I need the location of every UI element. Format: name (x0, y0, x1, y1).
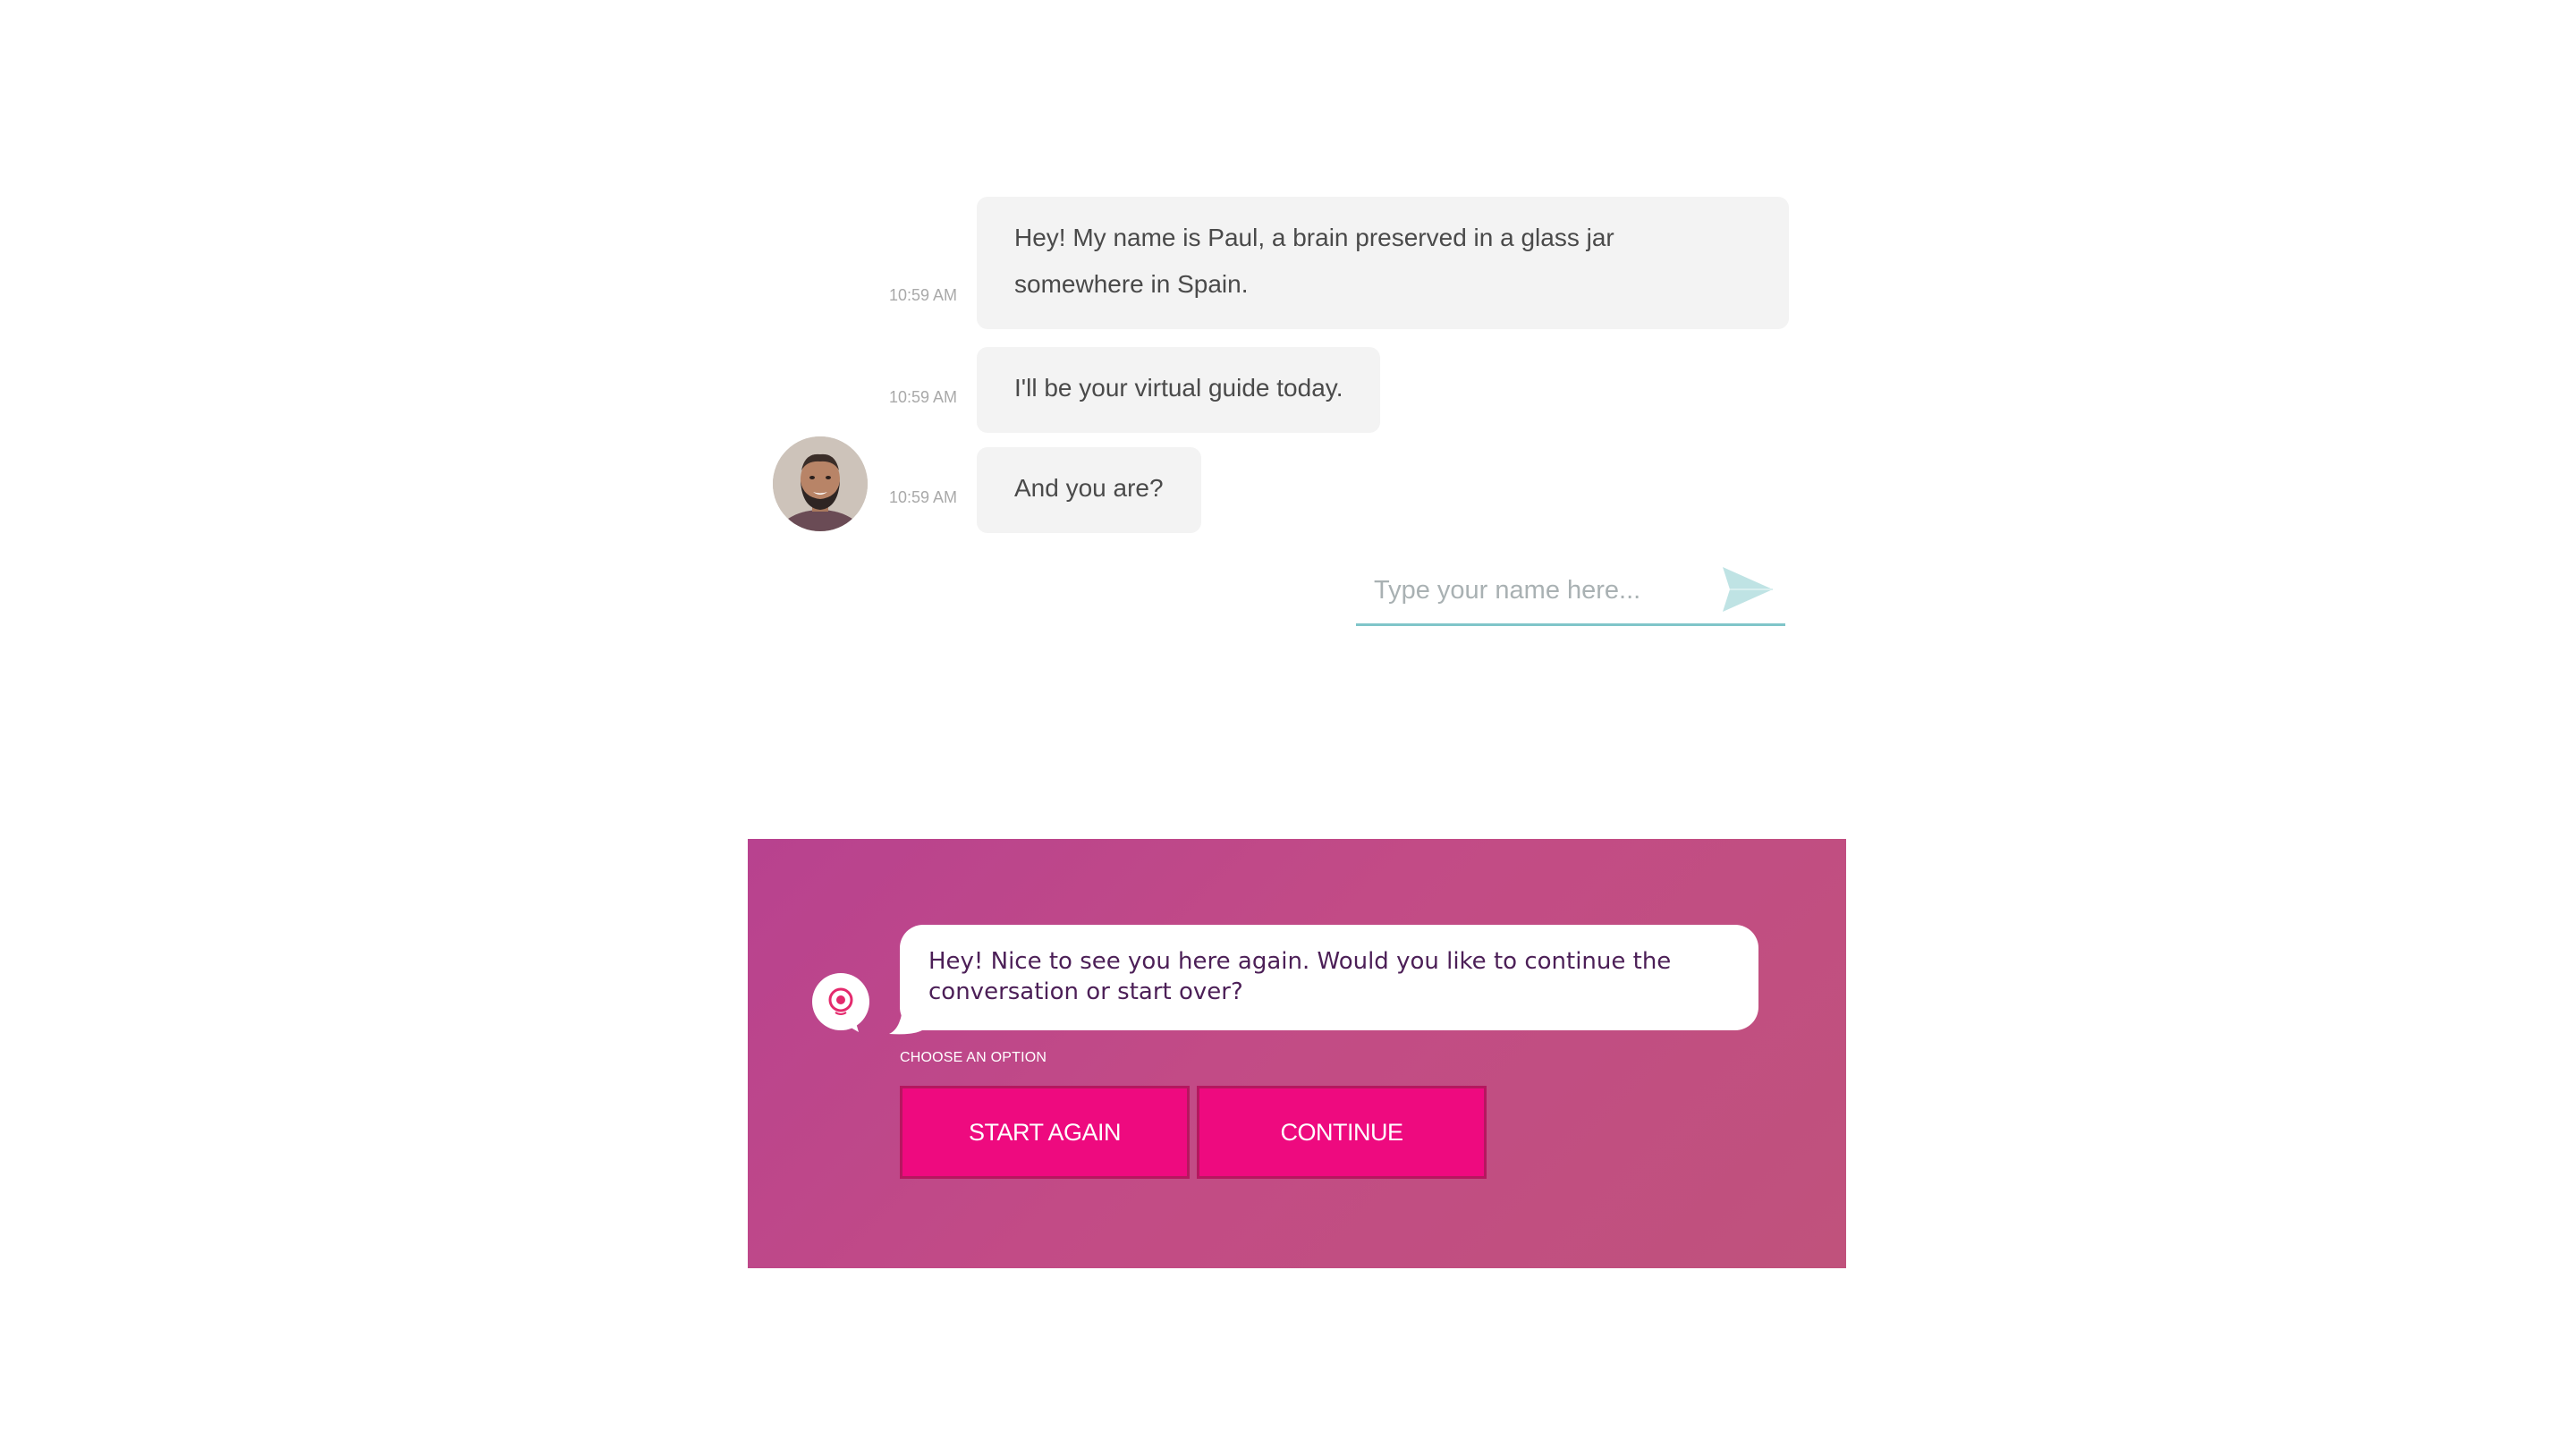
name-input-container (1356, 556, 1785, 626)
message-text: Hey! My name is Paul, a brain preserved … (1014, 224, 1614, 251)
name-input[interactable] (1372, 569, 1716, 612)
page: 10:59 AM Hey! My name is Paul, a brain p… (0, 0, 2576, 1431)
person-avatar-icon (773, 436, 868, 531)
message-timestamp: 10:59 AM (888, 388, 957, 406)
chat-conversation: 10:59 AM Hey! My name is Paul, a brain p… (0, 0, 2576, 805)
start-again-button[interactable]: START AGAIN (900, 1086, 1190, 1179)
message-text: I'll be your virtual guide today. (1014, 374, 1343, 402)
bot-message-bubble: Hey! My name is Paul, a brain preserved … (977, 197, 1789, 329)
message-text: And you are? (1014, 474, 1164, 502)
message-text: somewhere in Spain. (1014, 270, 1249, 298)
message-timestamp: 10:59 AM (888, 286, 957, 304)
message-timestamp: 10:59 AM (888, 488, 957, 506)
bot-welcome-back-bubble: Hey! Nice to see you here again. Would y… (900, 925, 1758, 1030)
choose-option-label: CHOOSE AN OPTION (900, 1050, 1047, 1065)
welcome-back-text: Hey! Nice to see you here again. Would y… (928, 948, 1672, 975)
continue-button[interactable]: CONTINUE (1197, 1086, 1487, 1179)
welcome-back-text: conversation or start over? (928, 978, 1243, 1005)
send-button[interactable] (1721, 565, 1775, 614)
bot-message-bubble: And you are? (977, 447, 1201, 533)
continue-label: CONTINUE (1280, 1118, 1404, 1146)
chat-bot-icon (810, 973, 871, 1034)
start-again-label: START AGAIN (968, 1118, 1122, 1146)
bot-message-bubble: I'll be your virtual guide today. (977, 347, 1381, 433)
bot-avatar (773, 436, 868, 531)
send-arrow-icon (1723, 567, 1773, 612)
returning-visitor-panel: Hey! Nice to see you here again. Would y… (748, 839, 1846, 1268)
